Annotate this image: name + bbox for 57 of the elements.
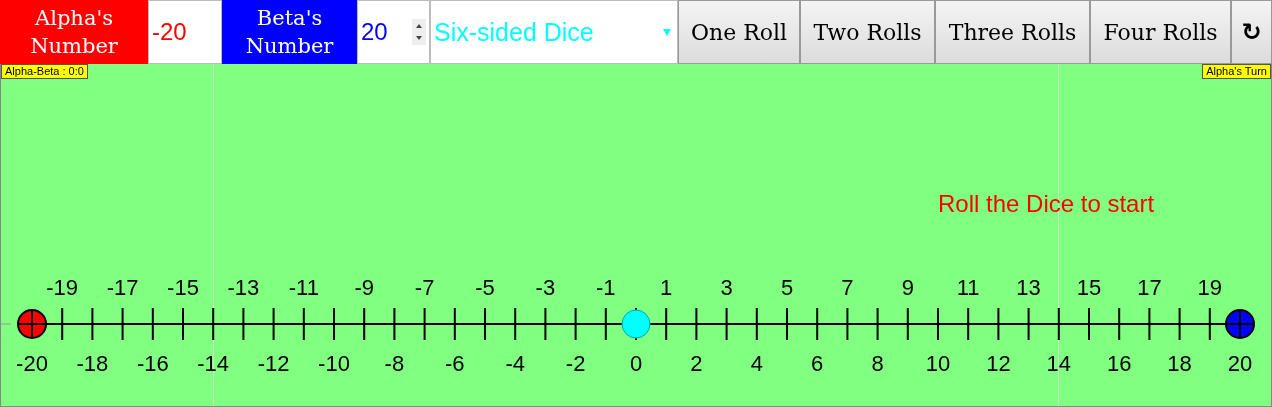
beta-number-label: Beta's Number xyxy=(222,0,357,64)
status-message: Roll the Dice to start xyxy=(938,190,1155,218)
tick-label: 19 xyxy=(1197,275,1223,300)
turn-badge: Alpha's Turn xyxy=(1202,64,1271,79)
tick-label: -4 xyxy=(505,351,525,376)
reset-button[interactable]: ↻ xyxy=(1231,0,1272,64)
tick-label: 18 xyxy=(1167,351,1192,376)
tick-label: -14 xyxy=(197,351,230,376)
tick-label: -12 xyxy=(257,351,290,376)
tick-label: -10 xyxy=(318,351,350,376)
beta-number-field[interactable]: 20 xyxy=(357,0,430,64)
tick-label: -5 xyxy=(475,275,495,300)
tick-label: 4 xyxy=(750,351,763,376)
tick-label: -13 xyxy=(227,275,260,300)
alpha-number-label: Alpha's Number xyxy=(0,0,148,64)
tick-label: 5 xyxy=(780,275,794,300)
alpha-number-field[interactable]: -20 xyxy=(148,0,222,64)
tick-label: -16 xyxy=(136,351,169,376)
tick-label: 9 xyxy=(901,275,914,300)
tick-label: 10 xyxy=(925,351,951,376)
tick-label: -8 xyxy=(384,351,405,376)
tick-label: -3 xyxy=(535,275,556,300)
tick-label: 11 xyxy=(956,275,980,300)
tick-label: -17 xyxy=(106,275,139,300)
caret-icon xyxy=(663,28,671,36)
roll-button[interactable]: Two Rolls xyxy=(800,0,935,64)
tick-label: 12 xyxy=(986,351,1011,376)
tick-label: -19 xyxy=(46,275,79,300)
tick-label: -9 xyxy=(354,275,374,300)
spinner-icon[interactable] xyxy=(412,19,426,45)
tick-label: -6 xyxy=(445,351,465,376)
tick-label: 0 xyxy=(629,351,643,376)
player-token xyxy=(1225,309,1255,339)
tick-label: 20 xyxy=(1227,351,1253,376)
tick-label: 3 xyxy=(720,275,733,300)
tick-label: -11 xyxy=(288,275,319,300)
tick-label: 2 xyxy=(690,351,703,376)
tick-label: -1 xyxy=(596,275,616,300)
tick-label: -15 xyxy=(167,275,199,300)
tick-label: -18 xyxy=(76,351,109,376)
tick-label: -7 xyxy=(414,275,435,300)
score-badge: Alpha-Beta : 0:0 xyxy=(1,64,88,79)
tick-label: 6 xyxy=(811,351,824,376)
tick-label: 13 xyxy=(1016,275,1041,300)
tick-label: -20 xyxy=(16,351,48,376)
tick-label: 16 xyxy=(1106,351,1132,376)
tick-label: 7 xyxy=(841,275,854,300)
tick-label: 1 xyxy=(660,275,673,300)
roll-button[interactable]: Four Rolls xyxy=(1090,0,1231,64)
roll-button[interactable]: One Roll xyxy=(678,0,800,64)
tick-label: 8 xyxy=(871,351,884,376)
tick-label: 14 xyxy=(1046,351,1072,376)
tick-label: 17 xyxy=(1137,275,1162,300)
tick-label: 15 xyxy=(1076,275,1102,300)
tick-label: -2 xyxy=(565,351,586,376)
roll-button[interactable]: Three Rolls xyxy=(935,0,1090,64)
player-token xyxy=(17,309,47,339)
